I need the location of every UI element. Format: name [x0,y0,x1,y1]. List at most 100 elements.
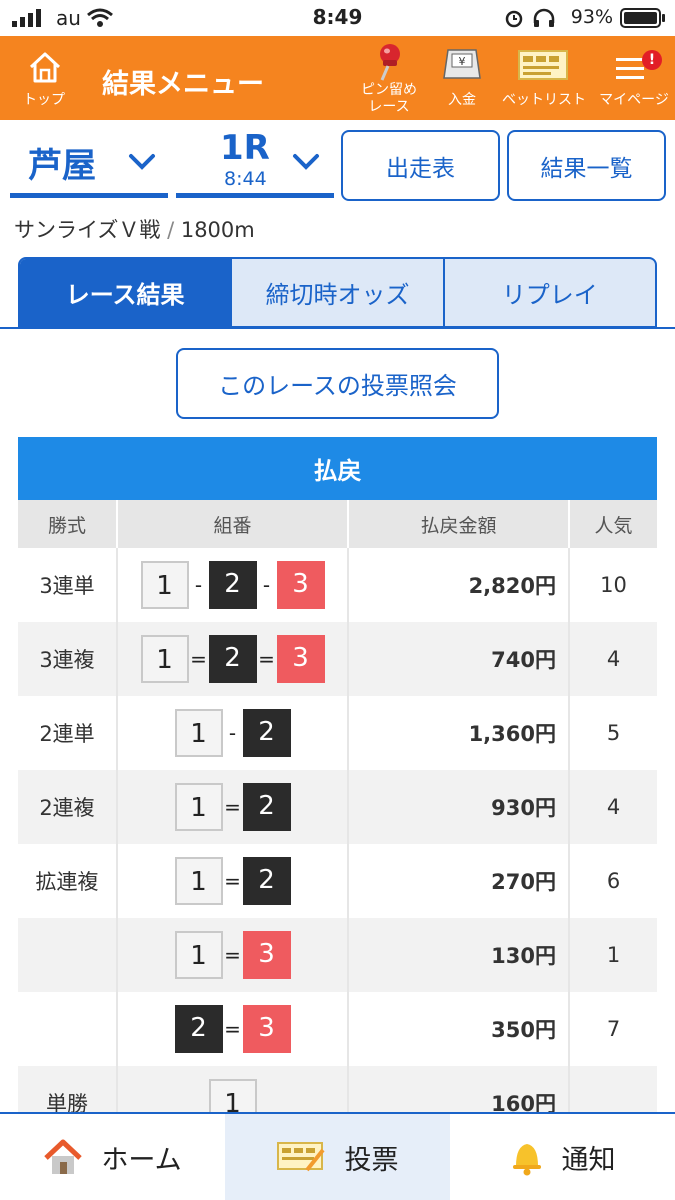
bet-ticket-icon [276,1142,325,1172]
race-info: サンライズＶ戦 / 1800m [14,214,255,244]
venue-selector[interactable]: 芦屋 [10,128,168,200]
nav-vote-label: 投票 [344,1144,399,1176]
popularity: 7 [569,992,657,1066]
bet-type: 2連複 [18,770,118,844]
ticket-icon [518,50,568,80]
boat-number-box: 1 [174,857,223,905]
alarm-icon [505,10,523,28]
boat-number-box: 2 [208,561,257,609]
pin-race-button[interactable]: ピン留め レース [352,36,426,120]
mypage-button[interactable]: ! マイページ [596,36,672,120]
race-selector[interactable]: 1R 8:44 [176,128,334,200]
combo-separator: = [224,795,241,819]
payout-row: 1 = 3 130円 1 [18,918,657,992]
boat-number-box: 3 [242,1005,291,1053]
tab-replay[interactable]: リプレイ [442,259,655,326]
payout-row: 2連単 1-2 1,360円 5 [18,696,657,770]
race-name: サンライズＶ戦 [14,218,161,242]
combo-separator: = [224,943,241,967]
vote-inquiry-button[interactable]: このレースの投票照会 [176,348,499,419]
nav-notify-label: 通知 [561,1144,616,1176]
race-info-slash: / [167,218,175,242]
payout-row: 拡連複 1 = 2 270円 6 [18,844,657,918]
page-title: 結果メニュー [102,69,264,100]
popularity: 6 [569,844,657,918]
mypage-label: マイページ [599,92,669,108]
payout-table: 勝式 組番 払戻金額 人気 3連単 1-2-3 2,820円 10 3連複 1 = 2 = 3 74… [18,500,657,1140]
column-header: 払戻金額 [348,500,570,548]
combo-separator: = [258,647,275,671]
result-tabs: レース結果 締切時オッズ リプレイ [18,257,657,328]
betlist-label: ベットリスト [502,92,586,108]
deposit-label: 入金 [448,92,476,108]
payout-title: 払戻 [18,437,657,500]
boat-number-box: 2 [174,1005,223,1053]
nav-home-label: ホーム [101,1144,182,1176]
payout-row: 2連複 1 = 2 930円 4 [18,770,657,844]
pushpin-icon [380,44,400,81]
race-time: 8:44 [224,168,267,190]
boat-number-box: 1 [174,783,223,831]
bet-type: 2連単 [18,696,118,770]
deposit-machine-icon: ¥ [443,49,481,79]
payout-amount: 130円 [348,918,570,992]
tab-race-result[interactable]: レース結果 [20,259,231,326]
popularity: 4 [569,622,657,696]
bottom-nav: ホーム 投票 通知 [0,1112,675,1200]
home-icon [29,52,61,83]
payout-header-row: 勝式 組番 払戻金額 人気 [18,500,657,548]
payout-amount: 270円 [348,844,570,918]
chevron-down-icon [129,154,155,170]
payout-amount: 930円 [348,770,570,844]
bet-type: 3連複 [18,622,118,696]
headphones-icon [533,8,555,27]
popularity: 10 [569,548,657,622]
boat-number-box: 2 [242,857,291,905]
deposit-button[interactable]: ¥ 入金 [432,36,492,120]
tab-closing-odds[interactable]: 締切時オッズ [230,259,442,326]
boat-number-box: 2 [242,783,291,831]
svg-text:¥: ¥ [459,55,466,68]
payout-amount: 740円 [348,622,570,696]
payout-amount: 1,360円 [348,696,570,770]
combo-separator: = [224,869,241,893]
bet-type: 3連単 [18,548,118,622]
bet-type: 拡連複 [18,844,118,918]
venue-underline [10,193,168,198]
popularity: 4 [569,770,657,844]
betlist-button[interactable]: ベットリスト [498,36,590,120]
boat-number-box: 3 [242,931,291,979]
combo-separator: = [190,647,207,671]
battery-icon [620,8,665,28]
tab-divider [0,327,675,329]
combination: 1-2 [117,696,349,770]
column-header: 組番 [117,500,349,548]
nav-vote[interactable]: 投票 [225,1114,450,1200]
top-button[interactable]: トップ [12,36,76,120]
payout-amount: 2,820円 [348,548,570,622]
race-underline [176,193,334,198]
race-number: 1R [220,128,270,168]
battery-percent: 93% [570,6,613,28]
boat-number-box: 3 [276,561,325,609]
top-label: トップ [23,92,65,108]
results-list-button[interactable]: 結果一覧 [507,130,666,201]
combination: 1 = 2 [117,844,349,918]
combo-separator: - [262,573,271,597]
nav-home[interactable]: ホーム [0,1114,225,1200]
status-bar: au 8:49 93% [0,0,675,36]
combo-separator: - [194,573,203,597]
bet-type [18,992,118,1066]
popularity: 5 [569,696,657,770]
combo-separator: = [224,1017,241,1041]
entries-button[interactable]: 出走表 [341,130,500,201]
race-distance: 1800m [180,218,255,242]
pin-label-line1: ピン留め [361,82,417,98]
combination: 1 = 2 [117,770,349,844]
nav-notify[interactable]: 通知 [450,1114,675,1200]
chevron-down-icon [293,154,319,170]
pin-label-line2: レース [368,99,410,115]
boat-number-box: 2 [242,709,291,757]
combination: 1-2-3 [117,548,349,622]
notification-badge: ! [642,50,662,70]
